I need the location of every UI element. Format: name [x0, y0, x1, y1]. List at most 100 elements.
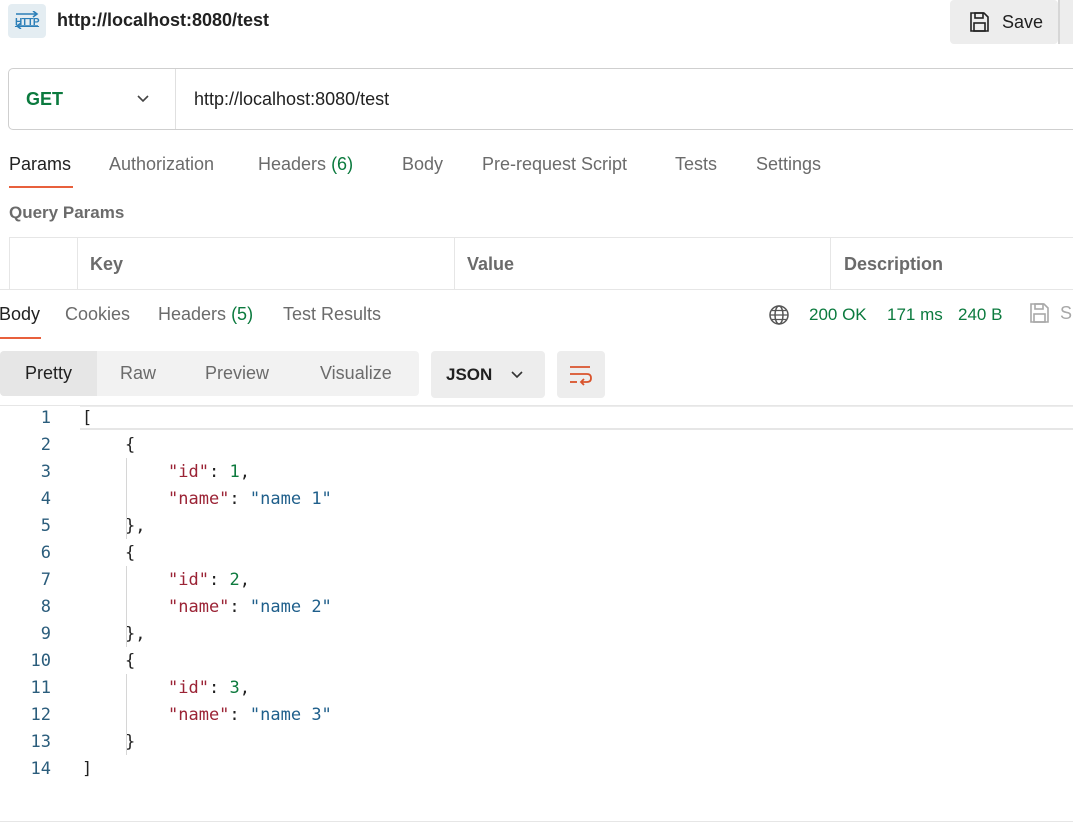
json-value: 2: [229, 570, 240, 590]
pane-divider[interactable]: [0, 289, 1073, 290]
json-colon: :: [229, 705, 250, 725]
code-line: },: [125, 516, 146, 536]
response-tab-cookies[interactable]: Cookies: [65, 304, 130, 325]
json-colon: :: [229, 597, 250, 617]
wrap-lines-button[interactable]: [557, 351, 605, 398]
params-key-column: Key: [78, 238, 455, 290]
line-number: 3: [40, 462, 51, 482]
tab-label: Pre-request Script: [482, 154, 628, 174]
json-colon: :: [229, 489, 250, 509]
line-number: 11: [30, 678, 51, 698]
tab-label: Test Results: [283, 304, 382, 324]
tab-label: Tests: [675, 154, 718, 174]
json-key: "id": [168, 462, 209, 482]
view-pretty-button[interactable]: Pretty: [0, 351, 97, 396]
globe-icon[interactable]: [768, 304, 790, 326]
code-line: "name": "name 2": [168, 597, 332, 617]
view-preview-button[interactable]: Preview: [205, 351, 269, 396]
value-column-header: Value: [467, 254, 515, 274]
response-size[interactable]: 240 B: [958, 305, 1002, 325]
url-divider: [175, 69, 176, 129]
format-select[interactable]: JSON: [431, 351, 545, 398]
json-value: 3: [229, 678, 240, 698]
code-line: {: [125, 435, 136, 455]
save-response-icon[interactable]: [1028, 302, 1050, 324]
line-number: 13: [30, 732, 51, 752]
json-comma: ,: [239, 678, 250, 698]
json-comma: ,: [239, 570, 250, 590]
response-time[interactable]: 171 ms: [887, 305, 943, 325]
tab-headers[interactable]: Headers (6): [258, 154, 353, 175]
json-key: "name": [168, 489, 230, 509]
tab-label: Headers: [258, 154, 327, 174]
code-line: "id": 3,: [168, 678, 250, 698]
line-number: 4: [40, 489, 51, 509]
tab-label: Headers: [158, 304, 227, 324]
tab-settings[interactable]: Settings: [756, 154, 821, 175]
line-number: 10: [30, 651, 51, 671]
code-line: "name": "name 3": [168, 705, 332, 725]
tab-label: Body: [0, 304, 41, 324]
tab-label: Authorization: [109, 154, 215, 174]
line-number: 1: [40, 408, 51, 428]
line-number: 8: [40, 597, 51, 617]
json-value: "name 2": [249, 597, 332, 617]
indent-guide: [126, 566, 127, 647]
params-description-column: Description: [831, 238, 1073, 290]
code-line: [: [82, 408, 93, 428]
tab-label: Body: [402, 154, 444, 174]
indent-guide: [126, 458, 127, 539]
tab-authorization[interactable]: Authorization: [109, 154, 214, 175]
wrap-lines-icon: [570, 366, 592, 386]
http-icon-text: HTTP: [14, 17, 40, 28]
url-input[interactable]: [194, 85, 1054, 113]
active-tab-indicator: [9, 186, 73, 188]
save-options-button[interactable]: [1060, 0, 1073, 44]
status-code[interactable]: 200 OK: [809, 305, 867, 325]
view-mode-group: Pretty Raw Preview Visualize: [0, 351, 419, 396]
current-line-highlight: [80, 406, 1073, 430]
code-line: "name": "name 1": [168, 489, 332, 509]
view-visualize-button[interactable]: Visualize: [320, 351, 392, 396]
method-select[interactable]: GET: [26, 89, 63, 110]
save-button[interactable]: Save: [950, 0, 1058, 44]
json-value: 1: [229, 462, 240, 482]
json-colon: :: [208, 570, 230, 590]
query-params-title: Query Params: [9, 203, 125, 222]
code-line: "id": 1,: [168, 462, 250, 482]
request-title[interactable]: http://localhost:8080/test: [57, 10, 269, 31]
response-tab-headers[interactable]: Headers (5): [158, 304, 253, 325]
key-column-header: Key: [90, 254, 124, 274]
view-raw-button[interactable]: Raw: [120, 351, 156, 396]
code-line: },: [125, 624, 146, 644]
indent-guide: [126, 674, 127, 755]
tab-body[interactable]: Body: [402, 154, 443, 175]
response-tab-body[interactable]: Body: [0, 304, 40, 325]
tab-count: (5): [231, 304, 254, 324]
line-number: 5: [40, 516, 51, 536]
editor-bottom-border: [0, 821, 1073, 822]
line-number: 14: [30, 759, 51, 779]
json-key: "id": [168, 570, 209, 590]
tab-pre-request-script[interactable]: Pre-request Script: [482, 154, 627, 175]
params-checkbox-column: [10, 238, 78, 290]
code-line: "id": 2,: [168, 570, 250, 590]
json-colon: :: [208, 678, 230, 698]
tab-params[interactable]: Params: [9, 154, 71, 175]
chevron-down-icon: [511, 371, 523, 379]
line-number: 2: [40, 435, 51, 455]
query-params-table: Key Value Description: [9, 237, 1073, 290]
json-key: "id": [168, 678, 209, 698]
tab-label: Params: [9, 154, 72, 174]
line-number: 12: [30, 705, 51, 725]
tab-label: Cookies: [65, 304, 131, 324]
response-tab-test-results[interactable]: Test Results: [283, 304, 381, 325]
save-response-button[interactable]: S: [1060, 303, 1072, 324]
http-request-icon: HTTP: [8, 4, 46, 38]
tab-tests[interactable]: Tests: [675, 154, 717, 175]
code-line: {: [125, 543, 136, 563]
json-value: "name 3": [249, 705, 332, 725]
chevron-down-icon[interactable]: [135, 91, 151, 107]
description-column-header: Description: [844, 254, 944, 274]
save-icon: [970, 12, 989, 32]
